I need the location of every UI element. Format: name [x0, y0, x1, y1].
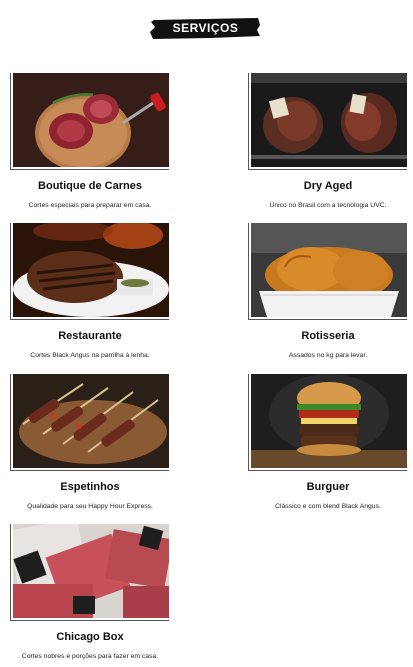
service-image-dry-aged — [251, 73, 407, 167]
service-card-chicago-box[interactable]: Chicago Box Cortes nobres e porções para… — [10, 524, 170, 660]
service-image-burguer — [251, 374, 407, 468]
service-image-restaurante — [13, 223, 169, 317]
service-card-dry-aged[interactable]: Dry Aged Único no Brasil com a tecnologi… — [248, 73, 408, 209]
service-title[interactable]: Espetinhos — [10, 481, 170, 493]
service-title[interactable]: Burguer — [248, 481, 408, 493]
service-description: Assados no kg para levar. — [288, 352, 368, 359]
service-card-burguer[interactable]: Burguer Clássico e com blend Black Angus… — [248, 374, 408, 510]
service-title[interactable]: Dry Aged — [248, 180, 408, 192]
section-header: SERVIÇOS — [150, 17, 261, 39]
section-title: SERVIÇOS — [172, 21, 239, 35]
service-title[interactable]: Boutique de Carnes — [10, 180, 170, 192]
service-description: Cortes Black Angus na parrilha à lenha. — [30, 352, 150, 359]
service-image-rotisseria — [251, 223, 407, 317]
service-card-rotisseria[interactable]: Rotisseria Assados no kg para levar. — [248, 223, 408, 359]
service-image-chicago-box — [13, 524, 169, 618]
service-card-boutique[interactable]: Boutique de Carnes Cortes especiais para… — [10, 73, 170, 209]
service-title[interactable]: Rotisseria — [248, 330, 408, 342]
service-image-espetinhos — [13, 374, 169, 468]
service-title[interactable]: Restaurante — [10, 330, 170, 342]
service-title[interactable]: Chicago Box — [10, 631, 170, 643]
service-image-boutique — [13, 73, 169, 167]
service-description: Cortes nobres e porções para fazer em ca… — [21, 653, 159, 660]
service-description: Qualidade para seu Happy Hour Express. — [27, 503, 153, 510]
service-description: Único no Brasil com a tecnologia UVC. — [269, 202, 387, 209]
service-card-restaurante[interactable]: Restaurante Cortes Black Angus na parril… — [10, 223, 170, 359]
service-description: Clássico e com blend Black Angus. — [275, 503, 381, 510]
service-card-espetinhos[interactable]: Espetinhos Qualidade para seu Happy Hour… — [10, 374, 170, 510]
service-description: Cortes especiais para preparar em casa. — [28, 202, 152, 209]
